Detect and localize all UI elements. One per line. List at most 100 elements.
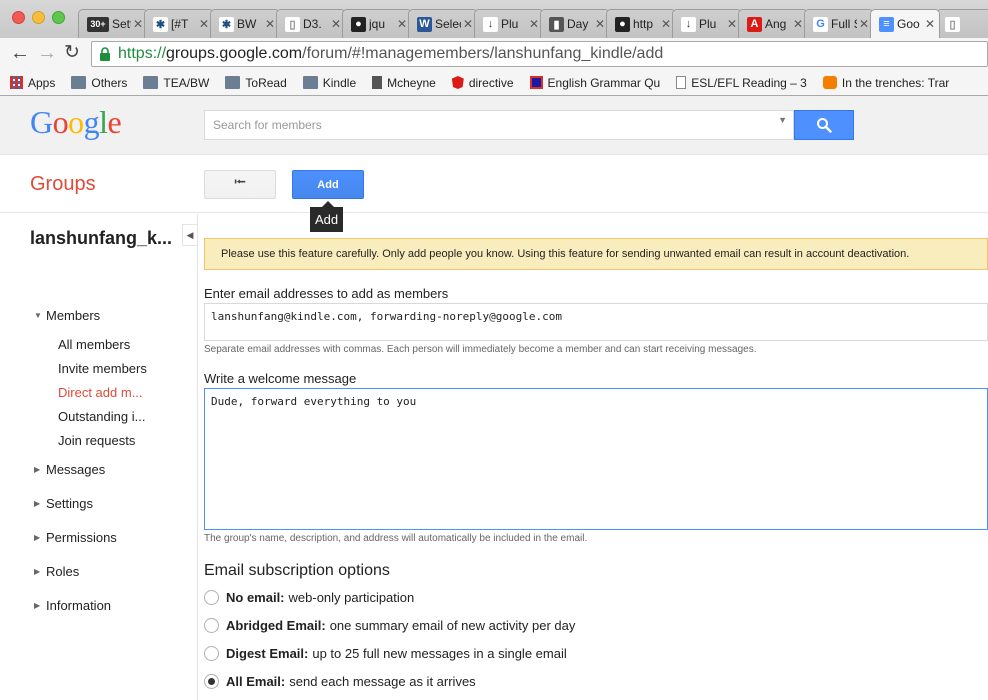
group-name[interactable]: lanshunfang_k...	[30, 228, 172, 249]
option-abridged-email[interactable]: Abridged Email: one summary email of new…	[204, 618, 575, 633]
chevron-right-icon: ▶	[34, 499, 41, 508]
radio-no-email[interactable]	[204, 590, 219, 605]
back-arrow-icon: ⭰	[233, 174, 247, 191]
sidebar-item-roles[interactable]: ▶ Roles	[34, 564, 79, 579]
bookmark-item[interactable]: Others	[71, 76, 127, 90]
browser-tab[interactable]: ↓ Plu ✕	[672, 9, 742, 38]
close-tab-icon[interactable]: ✕	[529, 17, 539, 31]
close-tab-icon[interactable]: ✕	[397, 17, 407, 31]
close-tab-icon[interactable]: ✕	[661, 17, 671, 31]
tab-title: BW	[237, 17, 257, 31]
browser-tab[interactable]: WSelecto✕	[408, 9, 478, 38]
close-tab-icon[interactable]: ✕	[925, 17, 935, 31]
bookmark-item[interactable]: English Grammar Qu	[529, 76, 660, 90]
close-window-button[interactable]	[12, 11, 25, 24]
sidebar-item-all-members[interactable]: All members	[58, 337, 130, 352]
address-bar[interactable]: https://groups.google.com/forum/#!manage…	[91, 41, 988, 67]
browser-tab[interactable]: ● jqu ✕	[342, 9, 412, 38]
browser-tab[interactable]: ✱ [#T ✕	[144, 9, 214, 38]
close-tab-icon[interactable]: ✕	[199, 17, 209, 31]
close-tab-icon[interactable]: ✕	[859, 17, 869, 31]
browser-tab[interactable]: ▯ D3. ✕	[276, 9, 346, 38]
bookmarks-bar: Apps Others TEA/BW ToRead Kindle Mcheyne direc…	[0, 70, 988, 96]
browser-tab[interactable]: ✱ BW ✕	[210, 9, 280, 38]
search-input[interactable]: Search for members ▼	[204, 110, 794, 140]
zoom-window-button[interactable]	[52, 11, 65, 24]
bookmark-item[interactable]: Mcheyne	[372, 76, 436, 90]
search-options-caret-icon[interactable]: ▼	[778, 115, 787, 125]
bookmark-label: Others	[91, 75, 128, 90]
bookmark-item[interactable]: directive	[451, 75, 514, 90]
close-tab-icon[interactable]: ✕	[793, 17, 803, 31]
tab-title: Ang	[765, 17, 787, 31]
bookmark-item[interactable]: In the trenches: Trar	[822, 76, 949, 90]
close-tab-icon[interactable]: ✕	[463, 17, 473, 31]
minimize-window-button[interactable]	[32, 11, 45, 24]
reload-icon[interactable]: ↻	[64, 43, 80, 63]
option-no-email[interactable]: No email: web-only participation	[204, 590, 414, 605]
chevron-right-icon: ▶	[34, 465, 41, 474]
bookmark-item[interactable]: ToRead	[225, 75, 287, 90]
bookmark-item[interactable]: TEA/BW	[143, 76, 209, 90]
tab-strip: 30+Settings✕✱[#T✕✱BW✕▯D3.✕●jqu✕WSelecto✕…	[0, 0, 988, 38]
sidebar-item-permissions[interactable]: ▶ Permissions	[34, 530, 117, 545]
sidebar-item-join-requests[interactable]: Join requests	[58, 433, 135, 448]
close-tab-icon[interactable]: ✕	[265, 17, 275, 31]
sidebar-item-label: Messages	[46, 462, 106, 477]
chevron-right-icon: ▶	[34, 601, 41, 610]
github-icon: ●	[615, 16, 630, 32]
browser-tab[interactable]: ↓ Plu ✕	[474, 9, 544, 38]
browser-tabs: 30+Settings✕✱[#T✕✱BW✕▯D3.✕●jqu✕WSelecto✕…	[78, 9, 988, 38]
radio-selected-dot	[208, 678, 215, 685]
browser-tab[interactable]: ▮ Day ✕	[540, 9, 610, 38]
sidebar-item-messages[interactable]: ▶ Messages	[34, 462, 105, 477]
browser-tab[interactable]: ≡ Goo ✕	[870, 9, 940, 38]
search-button[interactable]	[794, 110, 854, 140]
logo-letter: o	[68, 104, 84, 140]
close-tab-icon[interactable]: ✕	[331, 17, 341, 31]
back-arrow-icon[interactable]: ←	[10, 43, 30, 63]
bookmark-label: ToRead	[245, 75, 287, 90]
logo-letter: e	[107, 104, 122, 140]
sidebar-item-settings[interactable]: ▶ Settings	[34, 496, 93, 511]
add-button[interactable]: Add	[292, 170, 364, 199]
browser-tab[interactable]: ● http ✕	[606, 9, 676, 38]
radio-abridged-email[interactable]	[204, 618, 219, 633]
option-digest-email[interactable]: Digest Email: up to 25 full new messages…	[204, 646, 567, 661]
main-content: Please use this feature carefully. Only …	[204, 214, 988, 700]
email-addresses-value: lanshunfang@kindle.com, forwarding-norep…	[211, 310, 562, 323]
option-title: No email:	[226, 590, 285, 605]
collapse-sidebar-button[interactable]: ◀	[182, 224, 198, 246]
sidebar-item-direct-add[interactable]: Direct add m...	[58, 385, 143, 400]
browser-tab[interactable]: A Ang ✕	[738, 9, 808, 38]
google-logo[interactable]: Google	[30, 104, 122, 141]
groups-title[interactable]: Groups	[30, 173, 96, 196]
bookmark-label: directive	[468, 75, 514, 90]
welcome-message-field[interactable]: Dude, forward everything to you	[204, 388, 988, 530]
email-addresses-field[interactable]: lanshunfang@kindle.com, forwarding-norep…	[204, 303, 988, 341]
forward-arrow-icon[interactable]: →	[37, 43, 57, 63]
sidebar-item-invite-members[interactable]: Invite members	[58, 361, 147, 376]
back-button[interactable]: ⭰	[204, 170, 276, 199]
tab-title: Goo	[897, 17, 920, 31]
bookmark-item[interactable]: Kindle	[302, 76, 356, 90]
bookmark-item[interactable]: Apps	[10, 76, 55, 90]
browser-tab[interactable]: ▯✕	[936, 9, 988, 38]
close-tab-icon[interactable]: ✕	[595, 17, 605, 31]
groups-icon: ≡	[879, 16, 894, 32]
sidebar-item-members[interactable]: ▼ Members	[34, 308, 100, 323]
browser-tab[interactable]: GFull Sp✕	[804, 9, 874, 38]
close-tab-icon[interactable]: ✕	[727, 17, 737, 31]
bookmark-item[interactable]: ESL/EFL Reading – 3	[676, 76, 807, 90]
browser-tab[interactable]: 30+Settings✕	[78, 9, 148, 38]
sidebar-item-outstanding-invitations[interactable]: Outstanding i...	[58, 409, 145, 424]
sidebar-item-information[interactable]: ▶ Information	[34, 598, 111, 613]
close-tab-icon[interactable]: ✕	[133, 17, 143, 31]
browser-chrome: 30+Settings✕✱[#T✕✱BW✕▯D3.✕●jqu✕WSelecto✕…	[0, 0, 988, 96]
chevron-right-icon: ▶	[34, 567, 41, 576]
tab-title: Plu	[501, 17, 519, 31]
radio-digest-email[interactable]	[204, 646, 219, 661]
radio-all-email[interactable]	[204, 674, 219, 689]
option-all-email[interactable]: All Email: send each message as it arriv…	[204, 674, 476, 689]
welcome-hint: The group's name, description, and addre…	[204, 533, 588, 544]
